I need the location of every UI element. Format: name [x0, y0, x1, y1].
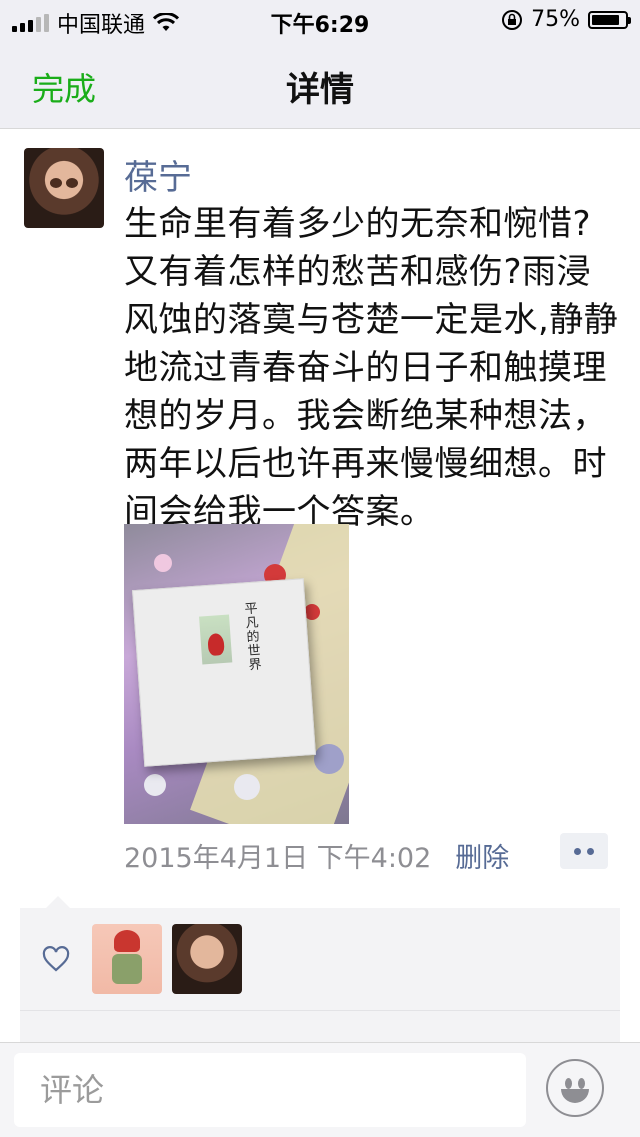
comment-input[interactable]: [14, 1053, 526, 1127]
book-image: 平凡的世界: [132, 578, 316, 767]
author-avatar[interactable]: [24, 148, 104, 228]
battery-percent: 75%: [531, 7, 580, 32]
status-bar: 中国联通 下午6:29 75%: [0, 0, 640, 40]
emoji-icon[interactable]: [546, 1059, 604, 1117]
divider: [20, 1010, 620, 1011]
post-photo[interactable]: 平凡的世界: [124, 524, 349, 824]
battery-icon: [588, 10, 631, 29]
delete-button[interactable]: 删除: [455, 836, 509, 875]
more-options-button[interactable]: [560, 833, 608, 869]
liker-avatar[interactable]: [172, 924, 242, 994]
comment-bar: [0, 1042, 640, 1137]
book-title: 平凡的世界: [244, 601, 263, 674]
post-meta: 2015年4月1日 下午4:02 删除: [124, 836, 509, 875]
liker-avatar[interactable]: [92, 924, 162, 994]
page-title: 详情: [286, 70, 354, 110]
nav-bar: 完成 详情: [0, 40, 640, 129]
rotation-lock-icon: [502, 9, 523, 30]
more-dot-icon: [574, 847, 581, 855]
likes-panel: [20, 896, 620, 1048]
heart-outline-icon: [42, 946, 70, 972]
author-name[interactable]: 葆宁: [124, 150, 192, 199]
post-text: 生命里有着多少的无奈和惋惜?又有着怎样的愁苦和感伤?雨浸风蚀的落寞与苍楚一定是水…: [124, 204, 619, 532]
more-dot-icon: [587, 847, 594, 855]
post-timestamp: 2015年4月1日 下午4:02: [124, 843, 432, 874]
